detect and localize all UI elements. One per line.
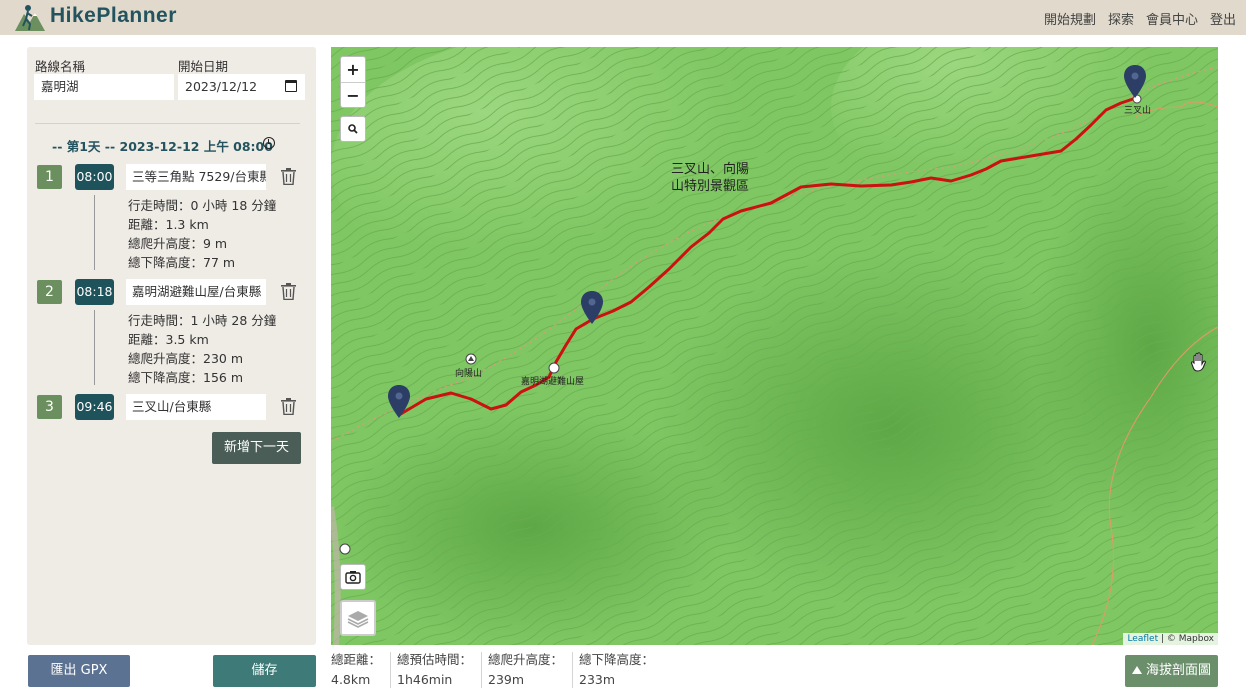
area-label: 三叉山、向陽 山特別景觀區 — [671, 161, 749, 195]
stop-name-input[interactable]: 嘉明湖避難山屋/台東縣 — [126, 279, 266, 305]
stop-time-button[interactable]: 08:18 — [75, 279, 114, 305]
leg-connector — [94, 310, 95, 385]
map-terrain — [331, 47, 1218, 645]
area-label-line-2: 山特別景觀區 — [671, 179, 750, 194]
area-label-line-1: 三叉山、向陽 — [671, 162, 750, 177]
brand-name[interactable]: HikePlanner — [50, 4, 177, 28]
route-marker-hut[interactable] — [581, 291, 603, 324]
stat-value: 1h46min — [397, 672, 453, 687]
leg-walk-time: 行走時間：0 小時 18 分鐘 — [128, 198, 277, 213]
screenshot-button[interactable] — [340, 564, 366, 590]
stat-label: 總預估時間： — [397, 652, 473, 667]
stop-number: 2 — [37, 280, 62, 304]
leg-descent: 總下降高度：156 m — [128, 370, 244, 385]
top-nav: 開始規劃 探索 會員中心 登出 — [1044, 9, 1236, 28]
layers-button[interactable] — [340, 600, 376, 636]
map-attribution: Leaflet | © Mapbox — [1123, 633, 1218, 645]
stop-time-button[interactable]: 09:46 — [75, 394, 114, 420]
clock-icon[interactable] — [263, 137, 275, 149]
leg-ascent: 總爬升高度：230 m — [128, 351, 244, 366]
save-button[interactable]: 儲存 — [213, 655, 316, 687]
stat-total-distance: 總距離： 4.8km — [331, 650, 381, 690]
route-name-label: 路線名稱 — [35, 59, 86, 74]
layers-icon — [347, 611, 369, 628]
leaflet-link[interactable]: Leaflet — [1127, 634, 1158, 644]
leg-distance: 距離：1.3 km — [128, 217, 209, 232]
trash-icon[interactable] — [281, 398, 296, 415]
divider — [35, 123, 300, 124]
peak-label-sancha: 三叉山 — [1124, 106, 1152, 116]
leg-distance: 距離：3.5 km — [128, 332, 209, 347]
map-search-button[interactable] — [340, 116, 366, 142]
nav-member-center[interactable]: 會員中心 — [1146, 9, 1198, 28]
leg-ascent: 總爬升高度：9 m — [128, 236, 228, 251]
route-marker-start[interactable] — [388, 385, 410, 418]
stat-value: 233m — [579, 672, 616, 687]
stat-divider — [481, 652, 482, 688]
stop-number: 1 — [37, 165, 62, 189]
route-marker-end[interactable] — [1124, 65, 1146, 98]
stop-name-input[interactable]: 三等三角點 7529/台東縣 — [126, 164, 266, 190]
start-date-input[interactable]: 2023/12/12 — [178, 74, 305, 100]
stat-value: 4.8km — [331, 672, 371, 687]
top-header: HikePlanner 開始規劃 探索 會員中心 登出 — [0, 0, 1246, 35]
stat-total-ascent: 總爬升高度： 239m — [488, 650, 563, 690]
leg-walk-time: 行走時間：1 小時 28 分鐘 — [128, 313, 277, 328]
trash-icon[interactable] — [281, 168, 296, 185]
start-date-label: 開始日期 — [178, 59, 229, 74]
calendar-icon[interactable] — [285, 80, 297, 92]
stop-name-input[interactable]: 三叉山/台東縣 — [126, 394, 266, 420]
leg-connector — [94, 195, 95, 270]
export-gpx-button[interactable]: 匯出 GPX — [28, 655, 130, 687]
triangle-up-icon — [1131, 666, 1142, 674]
hiker-logo-icon[interactable] — [14, 2, 46, 32]
stat-value: 239m — [488, 672, 525, 687]
zoom-out-button[interactable]: − — [341, 82, 365, 107]
hand-cursor-icon — [1190, 352, 1207, 372]
day-title: -- 第1天 -- 2023-12-12 上午 08:00 — [52, 139, 273, 154]
stat-label: 總下降高度： — [579, 652, 655, 667]
elevation-profile-button[interactable]: 海拔剖面圖 — [1125, 655, 1218, 687]
stop-time-button[interactable]: 08:00 — [75, 164, 114, 190]
add-next-day-button[interactable]: 新增下一天 — [212, 432, 301, 464]
stat-total-descent: 總下降高度： 233m — [579, 650, 654, 690]
stat-divider — [572, 652, 573, 688]
elevation-profile-label: 海拔剖面圖 — [1145, 663, 1211, 678]
camera-icon — [345, 571, 361, 584]
peak-label-xiangyang: 向陽山 — [455, 369, 483, 379]
leg-descent: 總下降高度：77 m — [128, 255, 236, 270]
hut-label: 嘉明湖避難山屋 — [521, 377, 585, 387]
start-date-value: 2023/12/12 — [185, 79, 258, 94]
nav-explore[interactable]: 探索 — [1108, 9, 1134, 28]
stat-total-time: 總預估時間： 1h46min — [397, 650, 472, 690]
stop-number: 3 — [37, 395, 62, 419]
stat-label: 總爬升高度： — [488, 652, 564, 667]
route-map[interactable]: 三叉山、向陽 山特別景觀區 三叉山 向陽山 嘉明湖避難山屋 + − Leafle… — [331, 47, 1218, 645]
nav-start-planning[interactable]: 開始規劃 — [1044, 9, 1096, 28]
leg-info: 行走時間：1 小時 28 分鐘 距離：3.5 km 總爬升高度：230 m 總下… — [128, 311, 276, 387]
nav-logout[interactable]: 登出 — [1210, 9, 1236, 28]
stat-divider — [390, 652, 391, 688]
route-name-input[interactable]: 嘉明湖 — [34, 74, 174, 100]
zoom-in-button[interactable]: + — [341, 57, 365, 82]
trash-icon[interactable] — [281, 283, 296, 300]
stat-label: 總距離： — [331, 652, 382, 667]
planner-sidebar: 路線名稱 嘉明湖 開始日期 2023/12/12 -- 第1天 -- 2023-… — [27, 47, 316, 645]
leg-info: 行走時間：0 小時 18 分鐘 距離：1.3 km 總爬升高度：9 m 總下降高… — [128, 196, 276, 272]
zoom-control: + − — [340, 56, 366, 108]
search-icon — [348, 124, 358, 134]
attribution-text: | © Mapbox — [1160, 634, 1214, 644]
